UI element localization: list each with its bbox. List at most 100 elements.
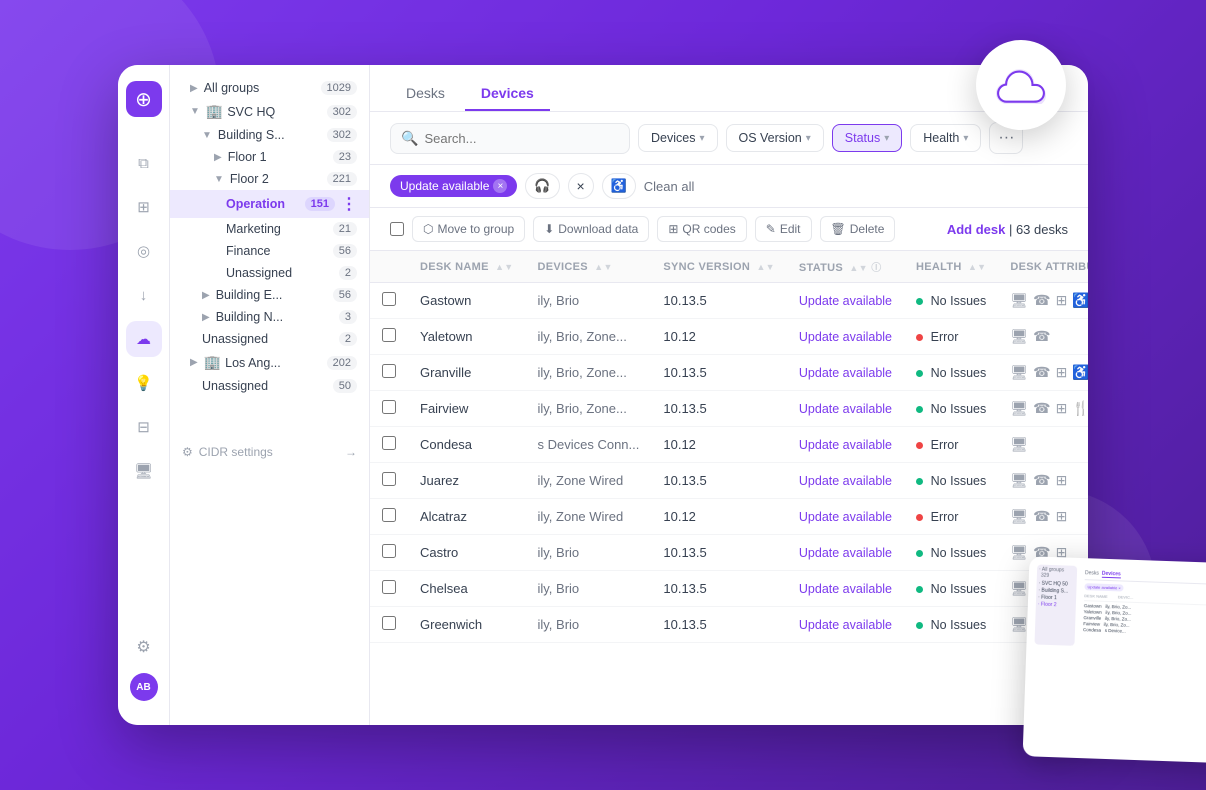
accessibility-icon: ♿: [611, 178, 627, 194]
cidr-settings[interactable]: ⚙ CIDR settings →: [170, 437, 369, 467]
table-row: Chelsea ily, Brio 10.13.5 Update availab…: [370, 571, 1088, 607]
status-badge: Update available: [799, 618, 892, 632]
row-checkbox[interactable]: [382, 436, 396, 450]
row-checkbox[interactable]: [382, 292, 396, 306]
grid-icon[interactable]: ⊞: [126, 189, 162, 225]
update-available-chip[interactable]: Update available ×: [390, 175, 517, 197]
sidebar-item-svc-hq[interactable]: ▼ 🏢 SVC HQ 302: [170, 99, 369, 124]
download-icon[interactable]: ↓: [126, 277, 162, 313]
sidebar-item-building-s[interactable]: ▼ Building S... 302: [170, 124, 369, 146]
sidebar-item-floor-2[interactable]: ▼ Floor 2 221: [170, 168, 369, 190]
device-icon: 🖥: [1010, 328, 1028, 345]
th-desk-attributes[interactable]: DESK ATTRIBUTES ⚙: [998, 251, 1088, 283]
health-cell: No Issues: [904, 571, 998, 607]
settings-icon[interactable]: ⚙: [126, 629, 162, 665]
sync-version-cell: 10.12: [651, 499, 787, 535]
sidebar-badge: 302: [327, 128, 357, 142]
search-input[interactable]: [424, 131, 619, 146]
row-checkbox[interactable]: [382, 616, 396, 630]
health-text: No Issues: [931, 294, 987, 308]
health-text: No Issues: [931, 402, 987, 416]
sync-version-cell: 10.13.5: [651, 463, 787, 499]
row-checkbox[interactable]: [382, 400, 396, 414]
sidebar-item-building-n[interactable]: ▶ Building N... 3: [170, 306, 369, 328]
health-text: No Issues: [931, 618, 987, 632]
status-cell: Update available: [787, 283, 904, 319]
health-filter-btn[interactable]: Health ▾: [910, 124, 981, 152]
th-status[interactable]: STATUS ▲▼ ⓘ: [787, 251, 904, 283]
sort-icon: ▲▼: [968, 262, 986, 272]
sidebar-item-operation[interactable]: Operation 151 ⋮: [170, 190, 369, 218]
devices-cell: ily, Brio: [526, 571, 652, 607]
tab-devices[interactable]: Devices: [465, 77, 550, 111]
tab-desks[interactable]: Desks: [390, 77, 461, 111]
row-checkbox[interactable]: [382, 364, 396, 378]
accessibility-chip[interactable]: ♿: [602, 173, 636, 199]
devices-filter-btn[interactable]: Devices ▾: [638, 124, 718, 152]
monitor-icon[interactable]: 🖥: [126, 453, 162, 489]
health-cell: No Issues: [904, 607, 998, 643]
download-data-btn[interactable]: ⬇ Download data: [533, 216, 649, 242]
th-health[interactable]: HEALTH ▲▼: [904, 251, 998, 283]
row-checkbox[interactable]: [382, 328, 396, 342]
camera-icon[interactable]: ◎: [126, 233, 162, 269]
chevron-down-icon: ▼: [202, 130, 212, 141]
move-to-group-btn[interactable]: ⬡ Move to group: [412, 216, 525, 242]
sidebar-item-unassigned3[interactable]: Unassigned 50: [170, 375, 369, 397]
os-version-filter-btn[interactable]: OS Version ▾: [726, 124, 824, 152]
sidebar-item-label: All groups: [204, 81, 260, 95]
audio-chip[interactable]: 🎧: [525, 173, 559, 199]
th-desk-name[interactable]: DESK NAME ▲▼: [408, 251, 526, 283]
delete-btn[interactable]: 🗑 Delete: [820, 216, 896, 242]
chevron-down-icon: ▼: [190, 106, 200, 117]
sidebar-item-label: Unassigned: [202, 379, 268, 393]
sort-icon: ▲▼: [849, 263, 867, 273]
add-desk-link[interactable]: Add desk: [947, 222, 1006, 237]
desk-name-cell: Juarez: [408, 463, 526, 499]
status-filter-btn[interactable]: Status ▾: [832, 124, 902, 152]
sidebar-item-building-e[interactable]: ▶ Building E... 56: [170, 284, 369, 306]
table-row: Yaletown ily, Brio, Zone... 10.12 Update…: [370, 319, 1088, 355]
sync-version-cell: 10.12: [651, 319, 787, 355]
row-checkbox-cell: [370, 391, 408, 427]
move-to-group-label: Move to group: [437, 222, 514, 236]
device-icons: 🖥☎⊞: [1010, 508, 1067, 525]
sidebar-badge: 21: [333, 222, 357, 236]
th-devices[interactable]: DEVICES ▲▼: [526, 251, 652, 283]
row-checkbox[interactable]: [382, 508, 396, 522]
table-row: Juarez ily, Zone Wired 10.13.5 Update av…: [370, 463, 1088, 499]
row-checkbox-cell: [370, 607, 408, 643]
health-dot-icon: [916, 622, 923, 629]
edit-btn[interactable]: ✎ Edit: [755, 216, 812, 242]
table-icon[interactable]: ⊟: [126, 409, 162, 445]
select-all-checkbox[interactable]: [390, 222, 404, 236]
sidebar-badge: 23: [333, 150, 357, 164]
row-checkbox[interactable]: [382, 472, 396, 486]
th-sync-version[interactable]: SYNC VERSION ▲▼: [651, 251, 787, 283]
chip-close-icon[interactable]: ×: [493, 179, 507, 193]
action-bar: ⬡ Move to group ⬇ Download data ⊞ QR cod…: [370, 208, 1088, 251]
sidebar-item-unassigned[interactable]: Unassigned 2: [170, 262, 369, 284]
qr-codes-label: QR codes: [682, 222, 735, 236]
qr-codes-btn[interactable]: ⊞ QR codes: [657, 216, 746, 242]
sidebar-item-unassigned2[interactable]: Unassigned 2: [170, 328, 369, 350]
sidebar-item-finance[interactable]: Finance 56: [170, 240, 369, 262]
sidebar-item-marketing[interactable]: Marketing 21: [170, 218, 369, 240]
chevron-right-icon: ▶: [202, 312, 210, 323]
clean-all-btn[interactable]: Clean all: [644, 179, 695, 194]
layers-icon[interactable]: ⧉: [126, 145, 162, 181]
row-checkbox[interactable]: [382, 580, 396, 594]
sidebar-badge: 56: [333, 288, 357, 302]
devices-cell: ily, Zone Wired: [526, 463, 652, 499]
sidebar-item-los-ang[interactable]: ▶ 🏢 Los Ang... 202: [170, 350, 369, 375]
close-chip[interactable]: ×: [568, 173, 594, 199]
sidebar-badge: 56: [333, 244, 357, 258]
avatar[interactable]: AB: [130, 673, 158, 701]
bulb-icon[interactable]: 💡: [126, 365, 162, 401]
sidebar-item-all-groups[interactable]: ▶ All groups 1029: [170, 77, 369, 99]
sidebar-item-floor-1[interactable]: ▶ Floor 1 23: [170, 146, 369, 168]
row-checkbox[interactable]: [382, 544, 396, 558]
cloud-nav-icon[interactable]: ☁: [126, 321, 162, 357]
row-checkbox-cell: [370, 355, 408, 391]
logo-icon[interactable]: ⊕: [126, 81, 162, 117]
